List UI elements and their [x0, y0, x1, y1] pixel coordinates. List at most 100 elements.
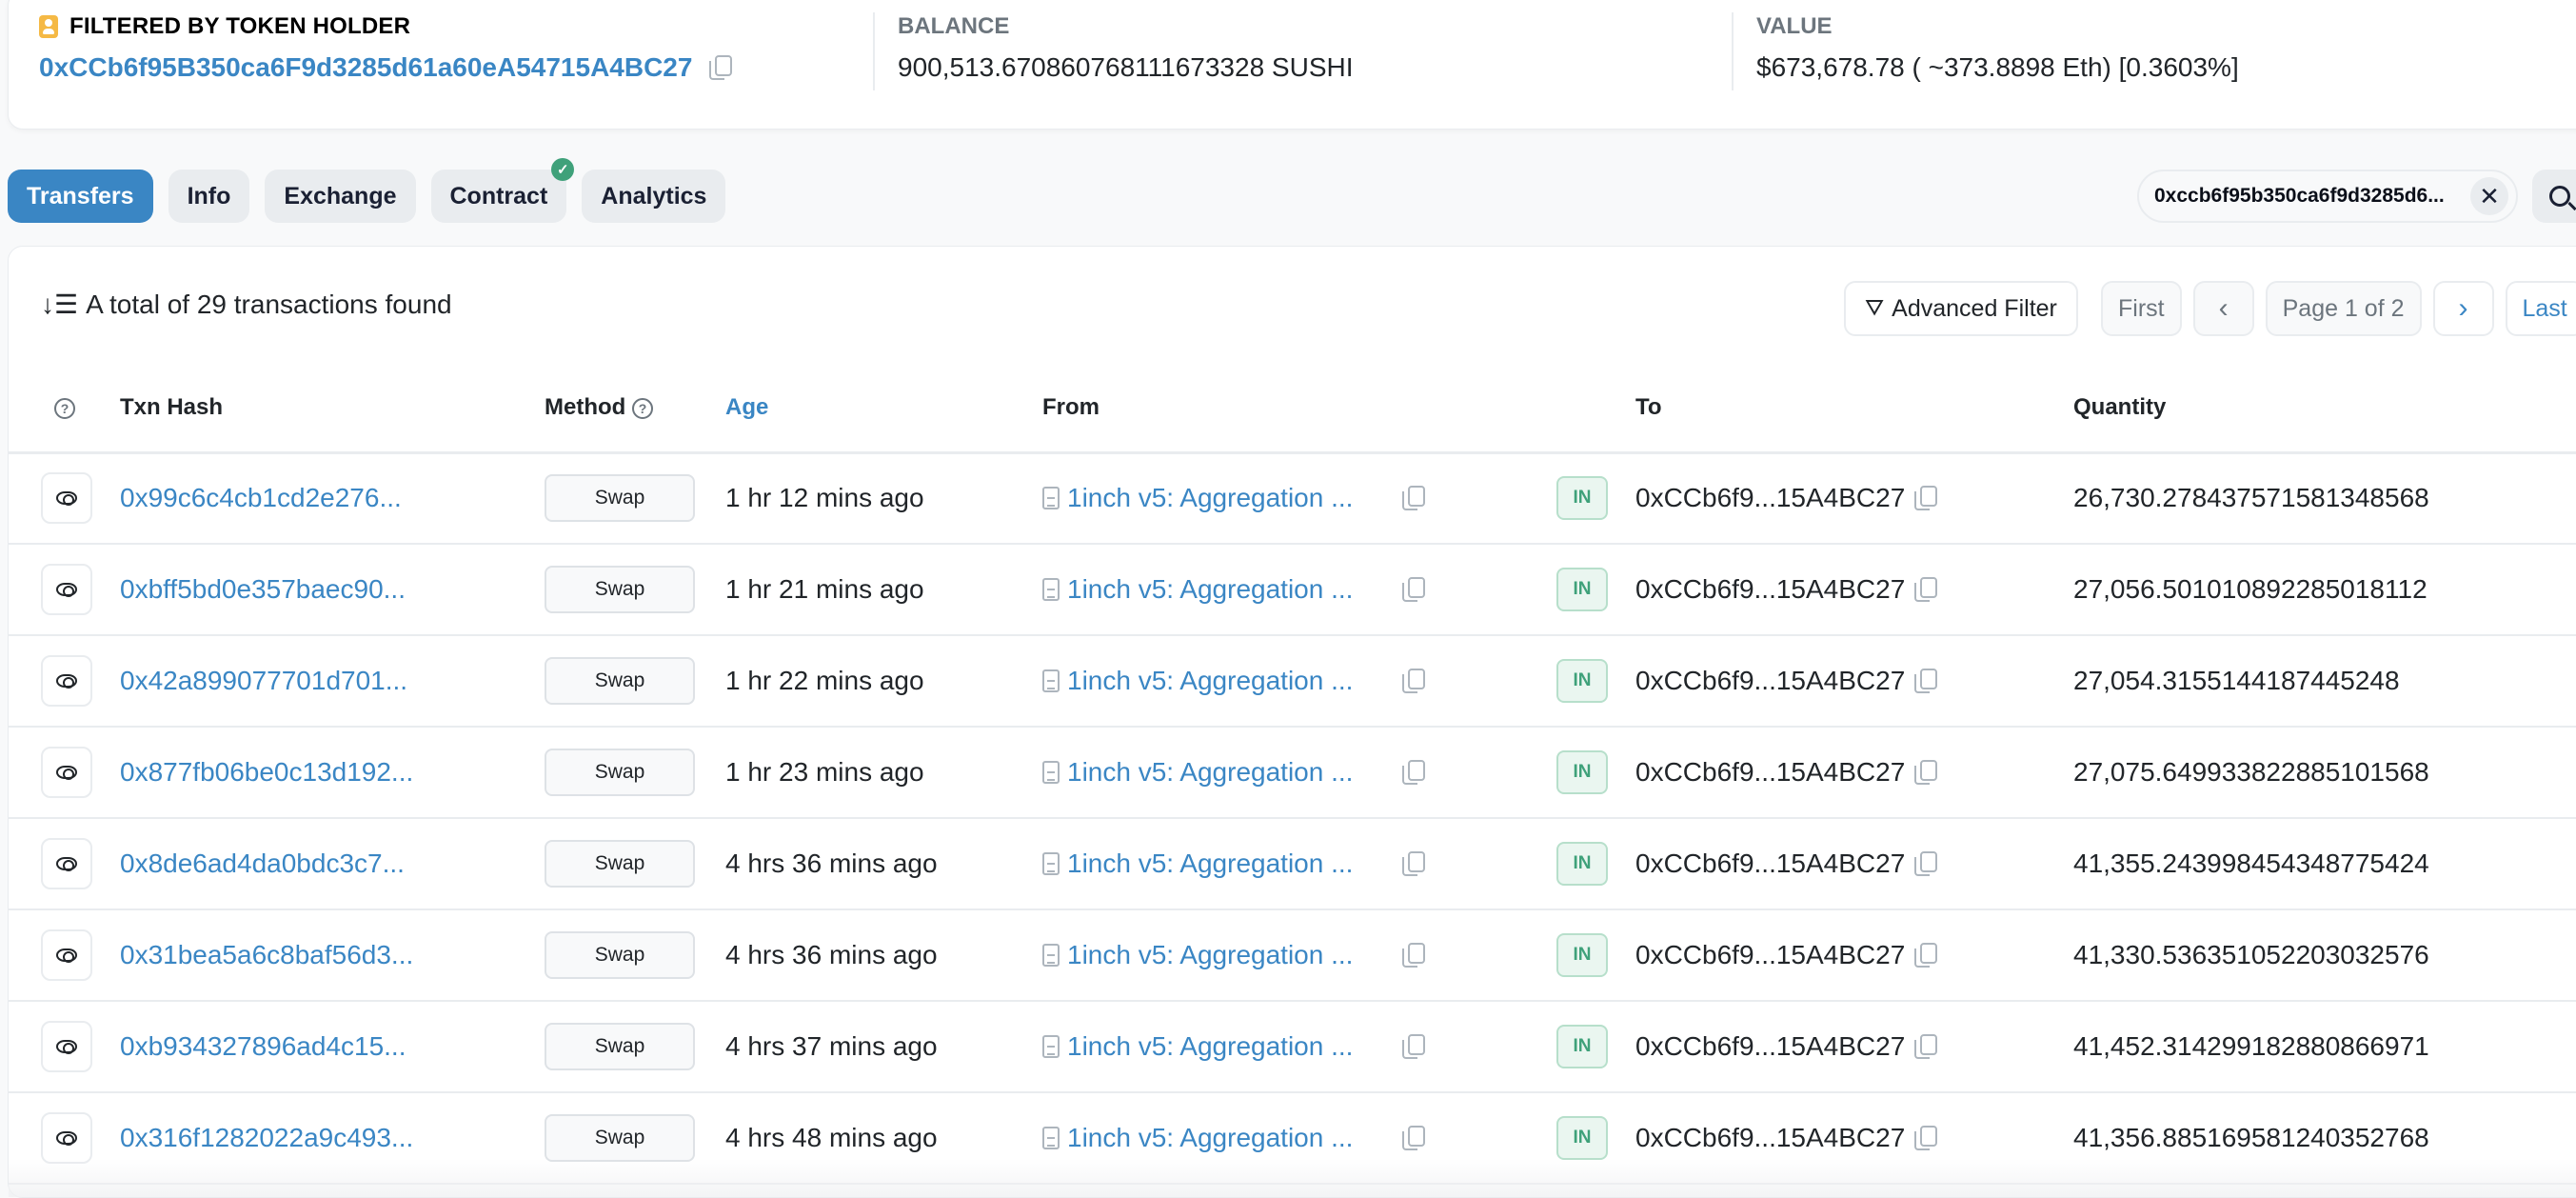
to-cell: 0xCCb6f9...15A4BC27	[1635, 818, 2073, 909]
method-badge: Swap	[545, 931, 695, 979]
header-method-label: Method	[545, 394, 625, 420]
txn-hash-link[interactable]: 0x316f1282022a9c493...	[120, 1123, 413, 1152]
eye-icon	[56, 1040, 77, 1053]
preview-button[interactable]	[41, 747, 92, 798]
address-filter-chip[interactable]: 0xccb6f95b350ca6f9d3285d6... ✕	[2137, 170, 2518, 223]
table-row: 0x31bea5a6c8baf56d3... Swap 4 hrs 36 min…	[9, 909, 2576, 1001]
preview-button[interactable]	[41, 655, 92, 707]
copy-icon[interactable]	[1914, 486, 1935, 510]
method-badge: Swap	[545, 840, 695, 888]
eye-icon	[56, 948, 77, 962]
header-age[interactable]: Age	[725, 365, 1042, 452]
txn-hash-link[interactable]: 0xb934327896ad4c15...	[120, 1031, 406, 1061]
advanced-filter-button[interactable]: ⛛ Advanced Filter	[1844, 281, 2078, 336]
from-address-link[interactable]: 1inch v5: Aggregation ...	[1067, 483, 1372, 513]
tab-transfers[interactable]: Transfers	[8, 170, 153, 223]
tab-analytics[interactable]: Analytics	[582, 170, 725, 223]
copy-icon[interactable]	[1914, 577, 1935, 602]
copy-icon[interactable]	[1914, 1034, 1935, 1059]
last-page-button[interactable]: Last	[2506, 281, 2576, 336]
copy-icon[interactable]	[1402, 1034, 1423, 1059]
transfers-panel: ↓☰ A total of 29 transactions found ⛛ Ad…	[8, 246, 2576, 1198]
to-address: 0xCCb6f9...15A4BC27	[1635, 940, 1905, 970]
copy-icon[interactable]	[1914, 1126, 1935, 1150]
tab-contract[interactable]: Contract ✓	[431, 170, 567, 223]
copy-icon[interactable]	[1914, 669, 1935, 693]
quantity-cell: 27,056.501010892285018112	[2073, 544, 2576, 635]
contract-file-icon	[1042, 852, 1060, 875]
from-address-link[interactable]: 1inch v5: Aggregation ...	[1067, 574, 1372, 605]
balance-value: 900,513.670860768111673328 SUSHI	[898, 52, 1354, 83]
tab-bar: Transfers Info Exchange Contract ✓ Analy…	[8, 170, 725, 223]
preview-button[interactable]	[41, 838, 92, 889]
copy-icon[interactable]	[1402, 943, 1423, 968]
from-cell: 1inch v5: Aggregation ...	[1042, 452, 1556, 544]
chevron-left-icon[interactable]: ‹	[2193, 281, 2254, 336]
from-cell: 1inch v5: Aggregation ...	[1042, 544, 1556, 635]
from-cell: 1inch v5: Aggregation ...	[1042, 727, 1556, 818]
first-page-button[interactable]: First	[2101, 281, 2182, 336]
txn-hash-link[interactable]: 0x877fb06be0c13d192...	[120, 757, 413, 787]
txn-hash-link[interactable]: 0x8de6ad4da0bdc3c7...	[120, 849, 405, 878]
preview-button[interactable]	[41, 929, 92, 981]
from-address-link[interactable]: 1inch v5: Aggregation ...	[1067, 849, 1372, 879]
method-cell: Swap	[545, 909, 725, 1001]
table-header: ? Txn Hash Method ? Age From To Quantity	[9, 365, 2576, 452]
copy-icon[interactable]	[1402, 1126, 1423, 1150]
holder-address-link[interactable]: 0xCCb6f95B350ca6F9d3285d61a60eA54715A4BC…	[39, 52, 692, 83]
from-address-link[interactable]: 1inch v5: Aggregation ...	[1067, 1031, 1372, 1062]
sort-descending-icon[interactable]: ↓☰	[41, 289, 78, 320]
copy-icon[interactable]	[1914, 851, 1935, 876]
to-address: 0xCCb6f9...15A4BC27	[1635, 1123, 1905, 1153]
txn-hash-link[interactable]: 0x99c6c4cb1cd2e276...	[120, 483, 402, 512]
from-address-link[interactable]: 1inch v5: Aggregation ...	[1067, 1123, 1372, 1153]
age-cell: 1 hr 21 mins ago	[725, 544, 1042, 635]
contract-file-icon	[1042, 1035, 1060, 1058]
chevron-right-icon[interactable]: ›	[2433, 281, 2494, 336]
question-circle-icon[interactable]: ?	[54, 398, 75, 419]
direction-cell: IN	[1556, 1001, 1635, 1092]
preview-button[interactable]	[41, 472, 92, 524]
txn-hash-link[interactable]: 0x42a899077701d701...	[120, 666, 407, 695]
copy-icon[interactable]	[1402, 760, 1423, 785]
method-cell: Swap	[545, 452, 725, 544]
txn-hash-cell: 0xb934327896ad4c15...	[120, 1001, 545, 1092]
direction-badge: IN	[1556, 476, 1608, 520]
copy-icon[interactable]	[709, 55, 730, 80]
copy-icon[interactable]	[1914, 943, 1935, 968]
copy-icon[interactable]	[1402, 669, 1423, 693]
balance-section: BALANCE 900,513.670860768111673328 SUSHI	[873, 12, 1354, 90]
txn-hash-link[interactable]: 0x31bea5a6c8baf56d3...	[120, 940, 413, 969]
preview-button[interactable]	[41, 1021, 92, 1072]
direction-cell: IN	[1556, 635, 1635, 727]
copy-icon[interactable]	[1914, 760, 1935, 785]
copy-icon[interactable]	[1402, 486, 1423, 510]
from-cell: 1inch v5: Aggregation ...	[1042, 1001, 1556, 1092]
to-address: 0xCCb6f9...15A4BC27	[1635, 757, 1905, 788]
copy-icon[interactable]	[1402, 577, 1423, 602]
header-txn-hash: Txn Hash	[120, 365, 545, 452]
value-amount: $673,678.78 ( ~373.8898 Eth) [0.3603%]	[1756, 52, 2239, 83]
tab-info[interactable]: Info	[168, 170, 250, 223]
method-cell: Swap	[545, 635, 725, 727]
close-icon[interactable]: ✕	[2470, 177, 2508, 215]
from-address-link[interactable]: 1inch v5: Aggregation ...	[1067, 757, 1372, 788]
method-badge: Swap	[545, 1114, 695, 1162]
from-address-link[interactable]: 1inch v5: Aggregation ...	[1067, 666, 1372, 696]
preview-button[interactable]	[41, 1112, 92, 1164]
tab-exchange[interactable]: Exchange	[265, 170, 415, 223]
method-badge: Swap	[545, 657, 695, 705]
question-circle-icon[interactable]: ?	[632, 398, 653, 419]
copy-icon[interactable]	[1402, 851, 1423, 876]
from-address-link[interactable]: 1inch v5: Aggregation ...	[1067, 940, 1372, 970]
contract-file-icon	[1042, 944, 1060, 967]
search-button[interactable]	[2532, 170, 2576, 223]
eye-icon	[56, 583, 77, 596]
table-row: 0xb934327896ad4c15... Swap 4 hrs 37 mins…	[9, 1001, 2576, 1092]
table-row: 0x316f1282022a9c493... Swap 4 hrs 48 min…	[9, 1092, 2576, 1184]
quantity-cell: 41,452.314299182880866971	[2073, 1001, 2576, 1092]
txn-hash-link[interactable]: 0xbff5bd0e357baec90...	[120, 574, 406, 604]
preview-button[interactable]	[41, 564, 92, 615]
pagination: First ‹ Page 1 of 2 › Last	[2101, 281, 2576, 336]
table-row: 0xbff5bd0e357baec90... Swap 1 hr 21 mins…	[9, 544, 2576, 635]
